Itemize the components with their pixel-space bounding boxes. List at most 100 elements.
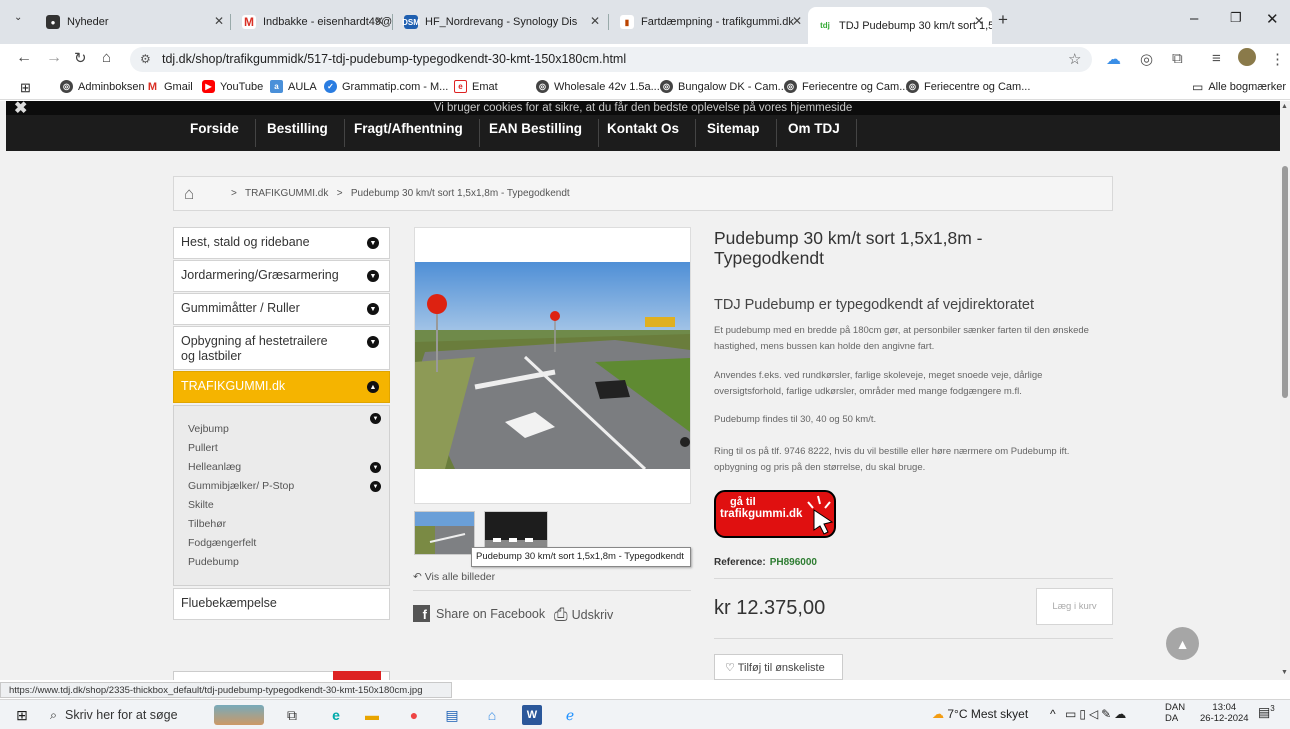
chevron-up-icon[interactable]: ▲: [367, 381, 379, 393]
weather-widget[interactable]: ☁ 7°C Mest skyet: [932, 707, 1028, 721]
close-cookie-icon[interactable]: ✖: [14, 101, 27, 118]
close-tab-icon[interactable]: ✕: [214, 14, 224, 28]
clock[interactable]: 13:04 26-12-2024: [1200, 702, 1249, 724]
bookmark-aula[interactable]: a AULA: [270, 80, 317, 93]
category-opbygning[interactable]: Opbygning af hestetrailere og lastbiler ▼: [173, 326, 390, 370]
add-to-cart-button[interactable]: Læg i kurv: [1036, 588, 1113, 625]
thumbnail-1[interactable]: [414, 511, 475, 555]
bookmark-feriecentre-1[interactable]: ◎ Feriecentre og Cam...: [784, 80, 908, 93]
chevron-down-icon[interactable]: ▼: [367, 270, 379, 282]
page-scrollbar[interactable]: ▲ ▼: [1280, 101, 1290, 680]
close-tab-icon[interactable]: ✕: [374, 14, 384, 28]
category-hest[interactable]: Hest, stald og ridebane ▼: [173, 227, 390, 259]
menu-forside[interactable]: Forside: [174, 119, 256, 147]
minimize-icon[interactable]: –: [1190, 10, 1198, 27]
menu-kontakt-os[interactable]: Kontakt Os: [591, 119, 697, 147]
category-fluebekaempelse[interactable]: Fluebekæmpelse: [173, 588, 390, 620]
menu-om-tdj[interactable]: Om TDJ: [772, 119, 857, 147]
extension-icon[interactable]: ◎: [1140, 50, 1153, 68]
chevron-down-icon[interactable]: ▼: [370, 481, 381, 492]
language-indicator[interactable]: DAN DA: [1165, 702, 1185, 724]
scroll-to-top-button[interactable]: ▲: [1166, 627, 1199, 660]
subcategory-vejbump[interactable]: Vejbump: [188, 423, 229, 435]
tab-nyheder[interactable]: ● Nyheder ✕: [36, 7, 232, 37]
menu-sitemap[interactable]: Sitemap: [691, 119, 777, 147]
tab-tdj-pudebump[interactable]: tdj TDJ Pudebump 30 km/t sort 1,5 ✕: [808, 7, 992, 44]
category-jordarmering[interactable]: Jordarmering/Græsarmering ▼: [173, 260, 390, 292]
home-icon[interactable]: ⌂: [102, 49, 111, 66]
print-link[interactable]: ⎙ Udskriv: [554, 605, 613, 625]
restore-icon[interactable]: ❐: [1230, 10, 1242, 26]
chevron-down-icon[interactable]: ▼: [367, 303, 379, 315]
all-bookmarks[interactable]: ▭ Alle bogmærker: [1192, 80, 1286, 94]
close-tab-icon[interactable]: ✕: [792, 14, 802, 28]
wishlist-button[interactable]: ♡ Tilføj til ønskeliste: [714, 654, 843, 680]
bookmark-gmail[interactable]: M Gmail: [146, 80, 193, 93]
bookmark-feriecentre-2[interactable]: ◎ Feriecentre og Cam...: [906, 80, 1030, 93]
back-icon[interactable]: ←: [16, 49, 32, 67]
subcategory-gummibjaelker[interactable]: Gummibjælker/ P-Stop: [188, 480, 294, 492]
menu-ean-bestilling[interactable]: EAN Bestilling: [473, 119, 600, 147]
internet-explorer-icon[interactable]: ℯ: [560, 705, 580, 725]
taskbar-search[interactable]: ⌕ Skriv her for at søge: [40, 703, 200, 727]
new-tab-button[interactable]: +: [998, 10, 1008, 30]
extension-cloud-icon[interactable]: ☁: [1106, 50, 1121, 68]
category-gummimaatter[interactable]: Gummimåtter / Ruller ▼: [173, 293, 390, 325]
menu-fragt[interactable]: Fragt/Afhentning: [338, 119, 480, 147]
bookmark-wholesale[interactable]: ◎ Wholesale 42v 1.5a...: [536, 80, 660, 93]
chrome-icon[interactable]: ●: [404, 705, 424, 725]
close-window-icon[interactable]: ✕: [1266, 10, 1279, 28]
site-info-icon[interactable]: ⚙: [140, 52, 151, 66]
chevron-down-icon[interactable]: ▼: [370, 462, 381, 473]
home-icon[interactable]: ⌂: [184, 184, 194, 204]
word-icon[interactable]: W: [522, 705, 542, 725]
subcategory-fodgaengerfelt[interactable]: Fodgængerfelt: [188, 537, 256, 549]
bookmark-adminboksen[interactable]: ◎ Adminboksen: [60, 80, 145, 93]
view-all-images-link[interactable]: ↶ Vis alle billeder: [413, 571, 495, 583]
subcategory-helleanlaeg[interactable]: Helleanlæg: [188, 461, 241, 473]
star-icon[interactable]: ☆: [1068, 50, 1081, 68]
url-field[interactable]: ⚙ tdj.dk/shop/trafikgummidk/517-tdj-pude…: [130, 47, 1092, 72]
puzzle-icon[interactable]: ⧉: [1172, 50, 1183, 67]
close-tab-icon[interactable]: ✕: [974, 14, 984, 28]
trafikgummi-promo-button[interactable]: gå til trafikgummi.dk: [714, 490, 836, 538]
profile-avatar[interactable]: [1238, 48, 1256, 66]
menu-icon[interactable]: ⋮: [1270, 50, 1285, 68]
scrollbar-thumb[interactable]: [1282, 166, 1288, 398]
chevron-down-icon[interactable]: ▼: [367, 336, 379, 348]
close-tab-icon[interactable]: ✕: [590, 14, 600, 28]
tab-synology[interactable]: DSM HF_Nordrevang - Synology Dis ✕: [394, 7, 608, 37]
product-image-frame[interactable]: [414, 227, 691, 504]
product-photo[interactable]: [415, 262, 690, 469]
chevron-down-icon[interactable]: ▼: [367, 237, 379, 249]
bookmark-youtube[interactable]: ▶ YouTube: [202, 80, 263, 93]
breadcrumb-category[interactable]: TRAFIKGUMMI.dk: [245, 188, 328, 199]
subcategory-pudebump[interactable]: Pudebump: [188, 556, 239, 568]
tab-gmail[interactable]: M Indbakke - eisenhardt49@gma ✕: [232, 7, 392, 37]
subcategory-pullert[interactable]: Pullert: [188, 442, 218, 454]
bookmark-emat[interactable]: e Emat: [454, 80, 498, 93]
forward-icon[interactable]: →: [46, 49, 62, 67]
subcategory-skilte[interactable]: Skilte: [188, 499, 214, 511]
scroll-up-icon[interactable]: ▲: [1281, 103, 1288, 110]
home-app-icon[interactable]: ⌂: [482, 705, 502, 725]
notification-icon[interactable]: ▤3: [1258, 704, 1275, 720]
system-tray-icons[interactable]: ^ ▭▯◁✎☁: [1050, 707, 1129, 721]
tab-fartdaempning[interactable]: ▮ Fartdæmpning - trafikgummi.dk ✕: [610, 7, 810, 37]
windows-start-icon[interactable]: ⊞: [12, 705, 32, 725]
bookmark-grammatip[interactable]: ✓ Grammatip.com - M...: [324, 80, 448, 93]
share-facebook-link[interactable]: f Share on Facebook: [413, 605, 545, 622]
category-trafikgummi[interactable]: TRAFIKGUMMI.dk ▲: [173, 371, 390, 403]
menu-bestilling[interactable]: Bestilling: [251, 119, 345, 147]
mail-icon[interactable]: ▤: [442, 705, 462, 725]
task-view-icon[interactable]: ⧉: [282, 705, 302, 725]
reload-icon[interactable]: ↻: [74, 49, 87, 67]
bookmark-bungalow[interactable]: ◎ Bungalow DK - Cam...: [660, 80, 787, 93]
file-explorer-icon[interactable]: ▬: [362, 705, 382, 725]
edge-icon[interactable]: e: [326, 705, 346, 725]
taskbar-news-image[interactable]: [214, 705, 264, 725]
scroll-down-icon[interactable]: ▼: [1281, 669, 1288, 676]
reading-list-icon[interactable]: ≡: [1212, 50, 1221, 67]
tab-list-icon[interactable]: ⌄: [14, 12, 22, 23]
subcategory-tilbehoer[interactable]: Tilbehør: [188, 518, 226, 530]
